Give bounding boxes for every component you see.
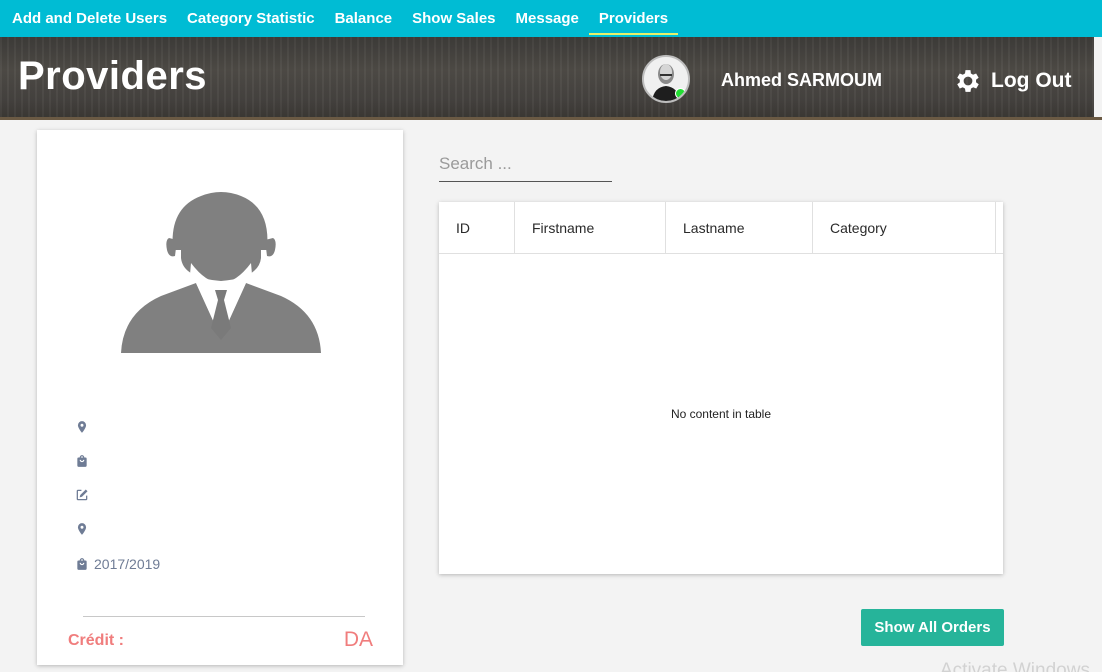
show-all-orders-button[interactable]: Show All Orders bbox=[861, 609, 1004, 646]
user-silhouette-icon bbox=[121, 192, 321, 353]
header-edge bbox=[1094, 37, 1102, 120]
page-header: Providers Ahmed SARMOUM Log Out bbox=[0, 37, 1102, 120]
nav-category-statistic[interactable]: Category Statistic bbox=[177, 0, 325, 37]
providers-table: ID Firstname Lastname Category No conten… bbox=[439, 202, 1003, 574]
shopping-bag-icon bbox=[77, 558, 87, 570]
page-title: Providers bbox=[18, 54, 208, 98]
credit-currency: DA bbox=[343, 628, 373, 651]
search-input[interactable] bbox=[439, 146, 612, 182]
column-header-category[interactable]: Category bbox=[813, 202, 996, 254]
table-header: ID Firstname Lastname Category bbox=[439, 202, 1003, 254]
edit-icon bbox=[76, 489, 88, 501]
top-navigation: Add and Delete Users Category Statistic … bbox=[0, 0, 1102, 37]
logout-label: Log Out bbox=[991, 69, 1072, 92]
provider-profile-card: 2017/2019 Crédit : DA bbox=[37, 130, 403, 665]
activate-windows-watermark: Activate Windows bbox=[940, 660, 1090, 672]
nav-balance[interactable]: Balance bbox=[325, 0, 403, 37]
avatar[interactable] bbox=[642, 55, 690, 103]
profile-period-row: 2017/2019 bbox=[75, 556, 160, 572]
user-name: Ahmed SARMOUM bbox=[721, 70, 882, 90]
gear-icon bbox=[957, 70, 979, 92]
profile-period-text: 2017/2019 bbox=[94, 556, 161, 572]
location-pin-icon bbox=[77, 523, 87, 535]
profile-location-row bbox=[75, 522, 94, 536]
nav-show-sales[interactable]: Show Sales bbox=[402, 0, 505, 37]
profile-note-row bbox=[75, 488, 94, 502]
shopping-bag-icon bbox=[77, 455, 87, 467]
column-header-firstname[interactable]: Firstname bbox=[515, 202, 666, 254]
logout-button[interactable]: Log Out bbox=[953, 66, 1071, 96]
profile-company-row bbox=[75, 454, 94, 468]
column-header-id[interactable]: ID bbox=[439, 202, 515, 254]
location-pin-icon bbox=[77, 421, 87, 433]
profile-address-row bbox=[75, 420, 94, 434]
credit-label: Crédit : bbox=[68, 632, 124, 649]
nav-providers[interactable]: Providers bbox=[588, 0, 679, 37]
card-divider bbox=[83, 616, 365, 617]
online-status-dot bbox=[675, 88, 686, 99]
nav-add-delete-users[interactable]: Add and Delete Users bbox=[2, 0, 177, 37]
column-header-lastname[interactable]: Lastname bbox=[666, 202, 813, 254]
nav-message[interactable]: Message bbox=[506, 0, 589, 37]
table-empty-message: No content in table bbox=[670, 407, 772, 421]
